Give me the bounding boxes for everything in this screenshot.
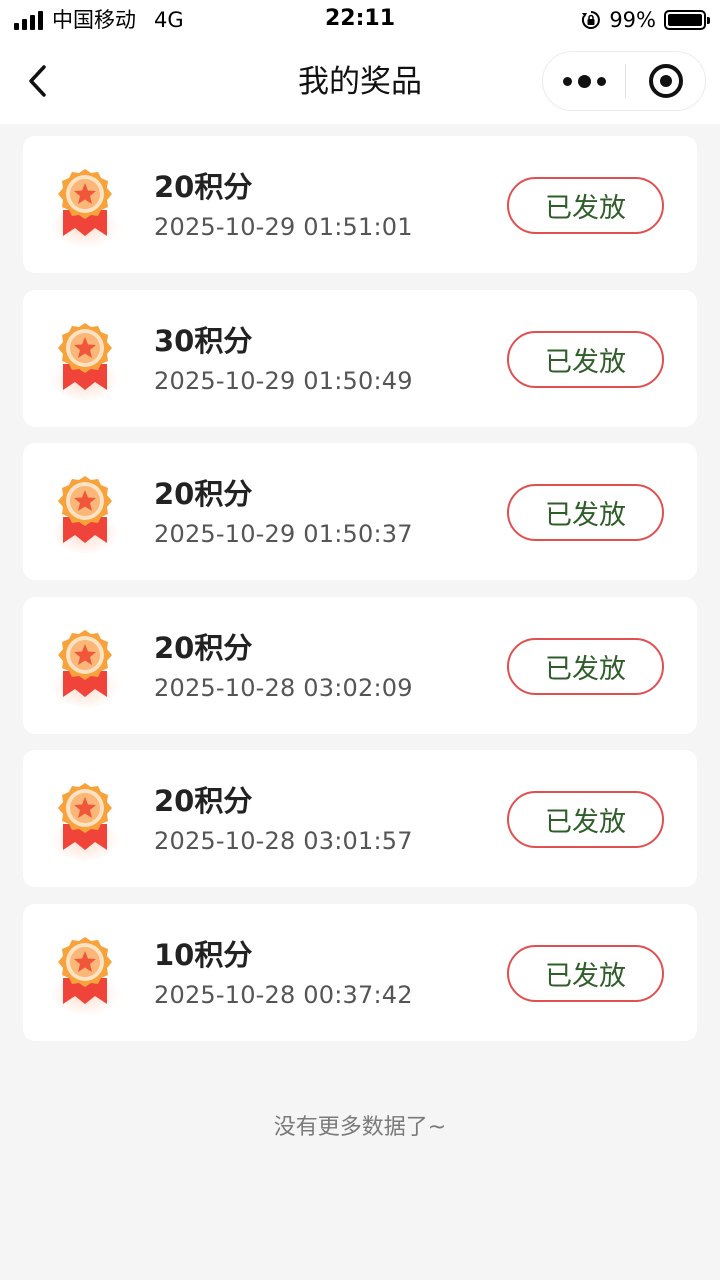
medal-icon	[51, 783, 119, 861]
prize-list: 20积分 2025-10-29 01:51:01 已发放 30积分 2025-1…	[23, 136, 697, 1058]
medal-icon	[51, 169, 119, 246]
more-button[interactable]	[543, 52, 625, 110]
status-issued-button[interactable]: 已发放	[507, 944, 664, 1002]
status-issued-button[interactable]: 已发放	[507, 330, 664, 388]
close-target-icon	[649, 64, 683, 98]
prize-time: 2025-10-28 00:37:42	[154, 980, 413, 1009]
status-issued-button[interactable]: 已发放	[507, 177, 664, 234]
rotation-lock-icon	[582, 11, 601, 29]
battery-percent: 99%	[609, 8, 656, 32]
prize-points: 20积分	[154, 784, 253, 819]
medal-icon	[51, 476, 119, 554]
prize-points: 20积分	[154, 170, 253, 204]
prize-card: 20积分 2025-10-29 01:51:01 已发放	[23, 136, 697, 273]
prize-card: 30积分 2025-10-29 01:50:49 已发放	[23, 289, 697, 427]
prize-time: 2025-10-29 01:50:49	[154, 366, 413, 395]
prize-time: 2025-10-29 01:50:37	[154, 520, 413, 549]
prize-time: 2025-10-29 01:51:01	[154, 213, 413, 241]
prize-points: 10积分	[154, 937, 253, 972]
no-more-data-text: 没有更多数据了~	[273, 1115, 447, 1140]
medal-icon	[51, 629, 119, 707]
navigation-bar: 我的奖品	[0, 40, 720, 124]
miniprogram-capsule	[542, 51, 706, 111]
prize-points: 30积分	[154, 323, 253, 358]
prize-points: 20积分	[154, 477, 253, 512]
medal-icon	[51, 322, 119, 400]
status-issued-button[interactable]: 已发放	[507, 484, 664, 542]
prize-points: 20积分	[154, 630, 253, 665]
prize-card: 20积分 2025-10-28 03:02:09 已发放	[23, 596, 697, 734]
battery-icon	[664, 10, 710, 30]
prize-card: 20积分 2025-10-29 01:50:37 已发放	[23, 443, 697, 581]
status-issued-button[interactable]: 已发放	[507, 791, 664, 849]
status-bar: 中国移动 4G 22:11 99%	[0, 0, 720, 40]
prize-card: 10积分 2025-10-28 00:37:42 已发放	[23, 903, 697, 1041]
close-button[interactable]	[626, 52, 706, 110]
prize-time: 2025-10-28 03:01:57	[154, 827, 413, 856]
status-issued-button[interactable]: 已发放	[507, 637, 664, 695]
medal-icon	[51, 936, 119, 1014]
prize-time: 2025-10-28 03:02:09	[154, 673, 413, 702]
prize-card: 20积分 2025-10-28 03:01:57 已发放	[23, 750, 697, 888]
